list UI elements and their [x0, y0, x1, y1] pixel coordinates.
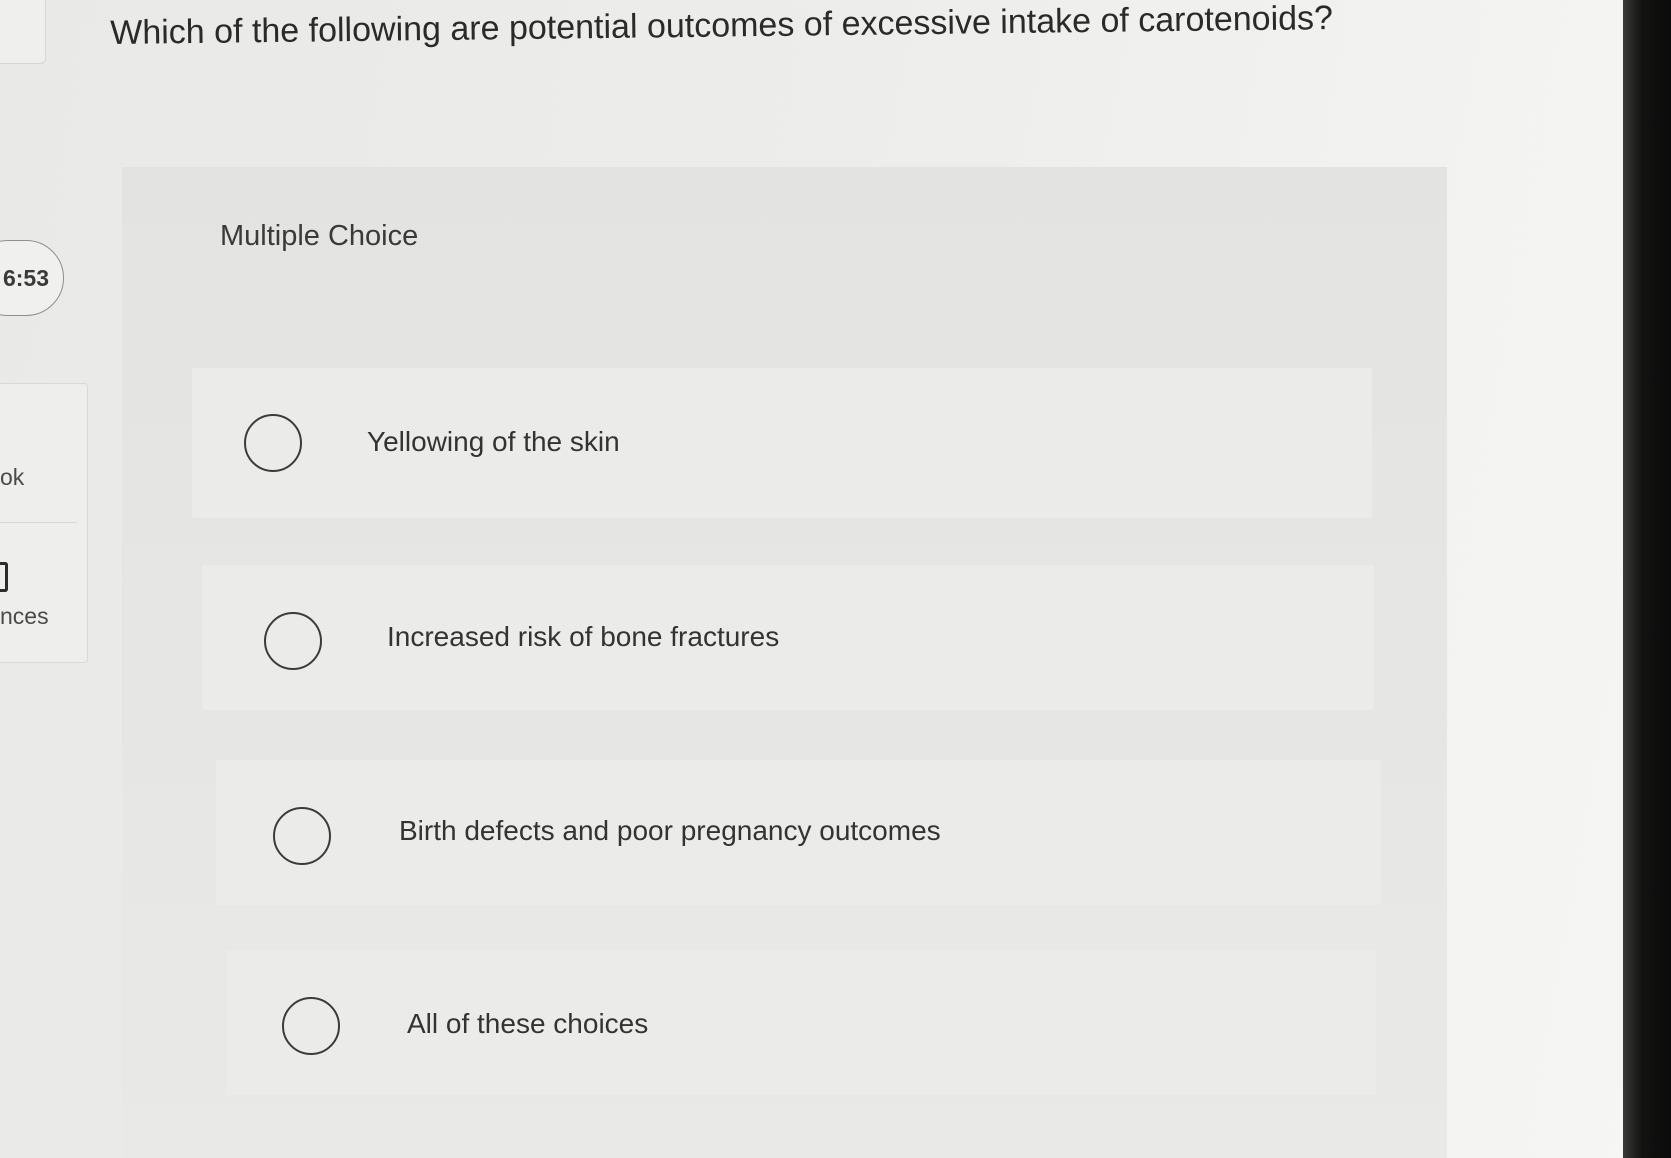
option-3[interactable]: Birth defects and poor pregnancy outcome… [216, 760, 1381, 905]
option-4-radio[interactable] [282, 997, 340, 1055]
ebook-link[interactable]: ok [0, 464, 24, 491]
timer-pill: 6:53 [0, 240, 64, 316]
side-divider [0, 522, 77, 523]
left-edge-box [0, 0, 46, 64]
option-1-label: Yellowing of the skin [367, 426, 620, 457]
option-3-radio[interactable] [273, 807, 331, 865]
option-4[interactable]: All of these choices [226, 950, 1376, 1095]
option-1-radio[interactable] [244, 414, 302, 472]
option-2[interactable]: Increased risk of bone fractures [202, 565, 1374, 710]
question-text: Which of the following are potential out… [110, 0, 1334, 52]
option-2-label: Increased risk of bone fractures [387, 621, 780, 652]
option-4-label: All of these choices [407, 1008, 649, 1039]
option-2-radio[interactable] [264, 612, 322, 670]
option-1[interactable]: Yellowing of the skin [192, 368, 1372, 518]
monitor-bezel [1623, 0, 1671, 1158]
option-3-label: Birth defects and poor pregnancy outcome… [399, 815, 941, 846]
timer-text: 6:53 [2, 265, 49, 291]
references-link[interactable]: nces [0, 603, 49, 630]
question-type-label: Multiple Choice [220, 220, 419, 252]
book-icon [0, 562, 8, 592]
